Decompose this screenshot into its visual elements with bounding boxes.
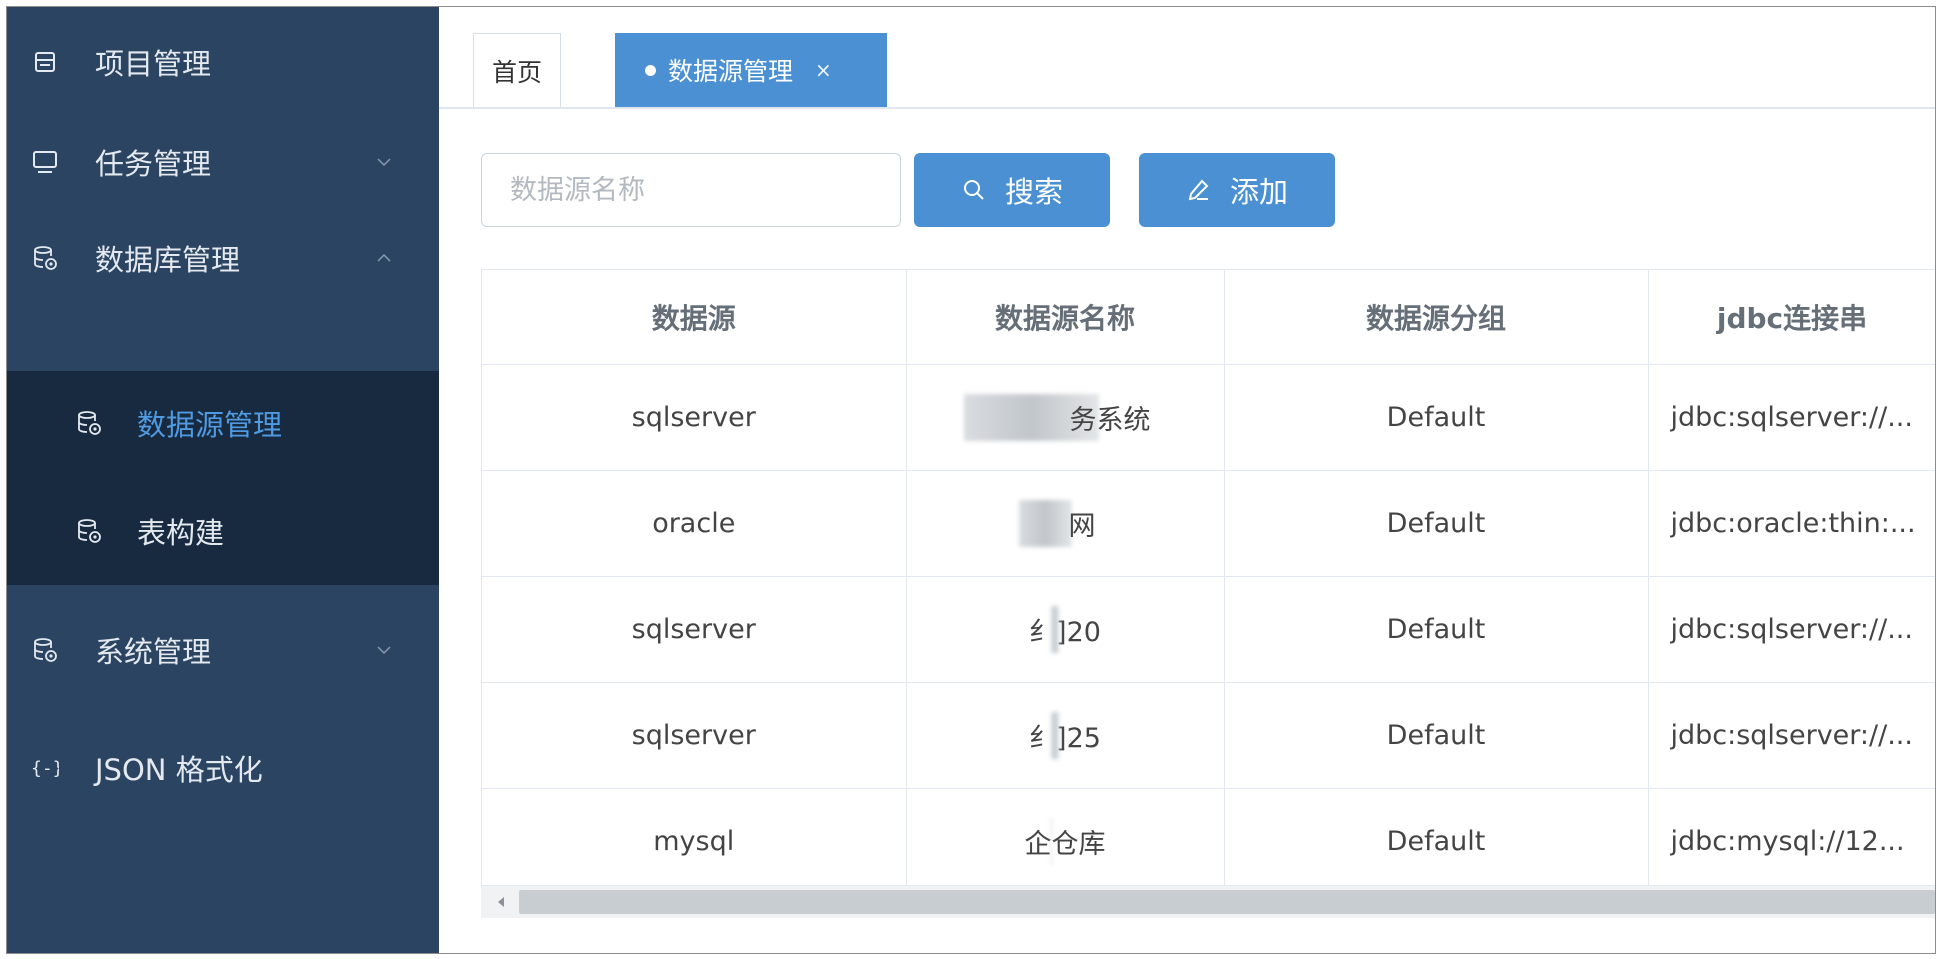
tab-label: 首页 [491,57,542,87]
sidebar-item-json-format[interactable]: {-} JSON 格式化 [7,713,439,823]
sidebar-item-label: 系统管理 [95,635,212,669]
cell-jdbc: jdbc:mysql://12... [1648,788,1935,886]
braces-icon: {-} [31,754,59,782]
cell-jdbc: jdbc:sqlserver://... [1648,682,1935,789]
cell-jdbc: jdbc:oracle:thin:... [1648,470,1935,577]
tab-label: 数据源管理 [668,57,794,86]
cell-group: Default [1224,364,1649,471]
table-icon [31,48,59,76]
cell-name: 纟]20 [906,576,1225,683]
column-header[interactable]: jdbc连接串 [1648,270,1935,365]
cell-source: oracle [482,470,907,577]
search-button[interactable]: 搜索 [914,153,1110,227]
monitor-icon [31,148,59,176]
svg-text:{-}: {-} [31,758,59,778]
database-icon [75,517,103,545]
sidebar-item-label: JSON 格式化 [95,753,263,787]
tab-datasource[interactable]: 数据源管理 × [615,33,887,107]
cell-source: sqlserver [482,576,907,683]
column-header[interactable]: 数据源名称 [906,270,1225,365]
table-row[interactable]: oracle 网 Default jdbc:oracle:thin:... [482,470,1935,577]
column-header[interactable]: 数据源分组 [1224,270,1649,365]
table-row[interactable]: mysql 企仓库 Default jdbc:mysql://12... [482,788,1935,886]
cell-group: Default [1224,682,1649,789]
cell-jdbc: jdbc:sqlserver://... [1648,576,1935,683]
database-icon [75,409,103,437]
chevron-up-icon [371,245,397,271]
app-frame: 项目管理 任务管理 数据库管理 数据源管理 表构建 系统管理 {- JSON 格… [6,6,1936,954]
sidebar-item-table-build[interactable]: 表构建 [7,479,439,583]
table-row[interactable]: sqlserver 纟]20 Default jdbc:sqlserver://… [482,576,1935,683]
cell-jdbc: jdbc:sqlserver://... [1648,364,1935,471]
table-row[interactable]: sqlserver 务系统 Default jdbc:sqlserver://.… [482,364,1935,471]
chevron-down-icon [371,637,397,663]
sidebar-item-database[interactable]: 数据库管理 [7,203,439,313]
chevron-down-icon [371,149,397,175]
close-icon[interactable]: × [815,58,832,82]
add-button[interactable]: 添加 [1139,153,1335,227]
edit-icon [1186,177,1212,203]
sidebar-item-system[interactable]: 系统管理 [7,595,439,705]
datasource-table: 数据源 数据源名称 数据源分组 jdbc连接串 sqlserver 务系统 De… [481,269,1935,887]
sidebar-item-label: 表构建 [137,516,225,550]
search-button-label: 搜索 [1004,177,1063,209]
sidebar-item-label: 任务管理 [95,147,212,181]
tab-bar: 首页 数据源管理 × [439,7,1935,109]
sidebar-item-projects[interactable]: 项目管理 [7,7,439,117]
database-icon [31,244,59,272]
sidebar-item-label: 项目管理 [95,47,212,81]
database-icon [31,636,59,664]
tab-home[interactable]: 首页 [473,33,561,107]
sidebar-item-datasource[interactable]: 数据源管理 [7,371,439,475]
sidebar: 项目管理 任务管理 数据库管理 数据源管理 表构建 系统管理 {- JSON 格… [7,7,439,953]
main-content: 首页 数据源管理 × 搜索 添加 [439,7,1935,953]
cell-source: sqlserver [482,682,907,789]
add-button-label: 添加 [1229,177,1288,209]
search-input[interactable] [481,153,901,227]
cell-group: Default [1224,470,1649,577]
cell-name: 务系统 [906,364,1225,471]
sidebar-item-label: 数据源管理 [137,408,283,442]
cell-source: mysql [482,788,907,886]
sidebar-submenu-database: 数据源管理 表构建 [7,371,439,585]
table-row[interactable]: sqlserver 纟]25 Default jdbc:sqlserver://… [482,682,1935,789]
table-header-row: 数据源 数据源名称 数据源分组 jdbc连接串 [482,270,1935,365]
sidebar-item-label: 数据库管理 [95,243,241,277]
active-dot-icon [645,64,656,76]
cell-source: sqlserver [482,364,907,471]
column-header[interactable]: 数据源 [482,270,907,365]
search-icon [961,177,987,203]
sidebar-item-tasks[interactable]: 任务管理 [7,107,439,217]
cell-name: 网 [906,470,1225,577]
cell-name: 企仓库 [906,788,1225,886]
scrollbar-thumb[interactable] [519,890,1935,914]
cell-group: Default [1224,788,1649,886]
scroll-left-icon[interactable] [491,892,511,912]
cell-name: 纟]25 [906,682,1225,789]
horizontal-scrollbar[interactable] [481,885,1935,918]
cell-group: Default [1224,576,1649,683]
